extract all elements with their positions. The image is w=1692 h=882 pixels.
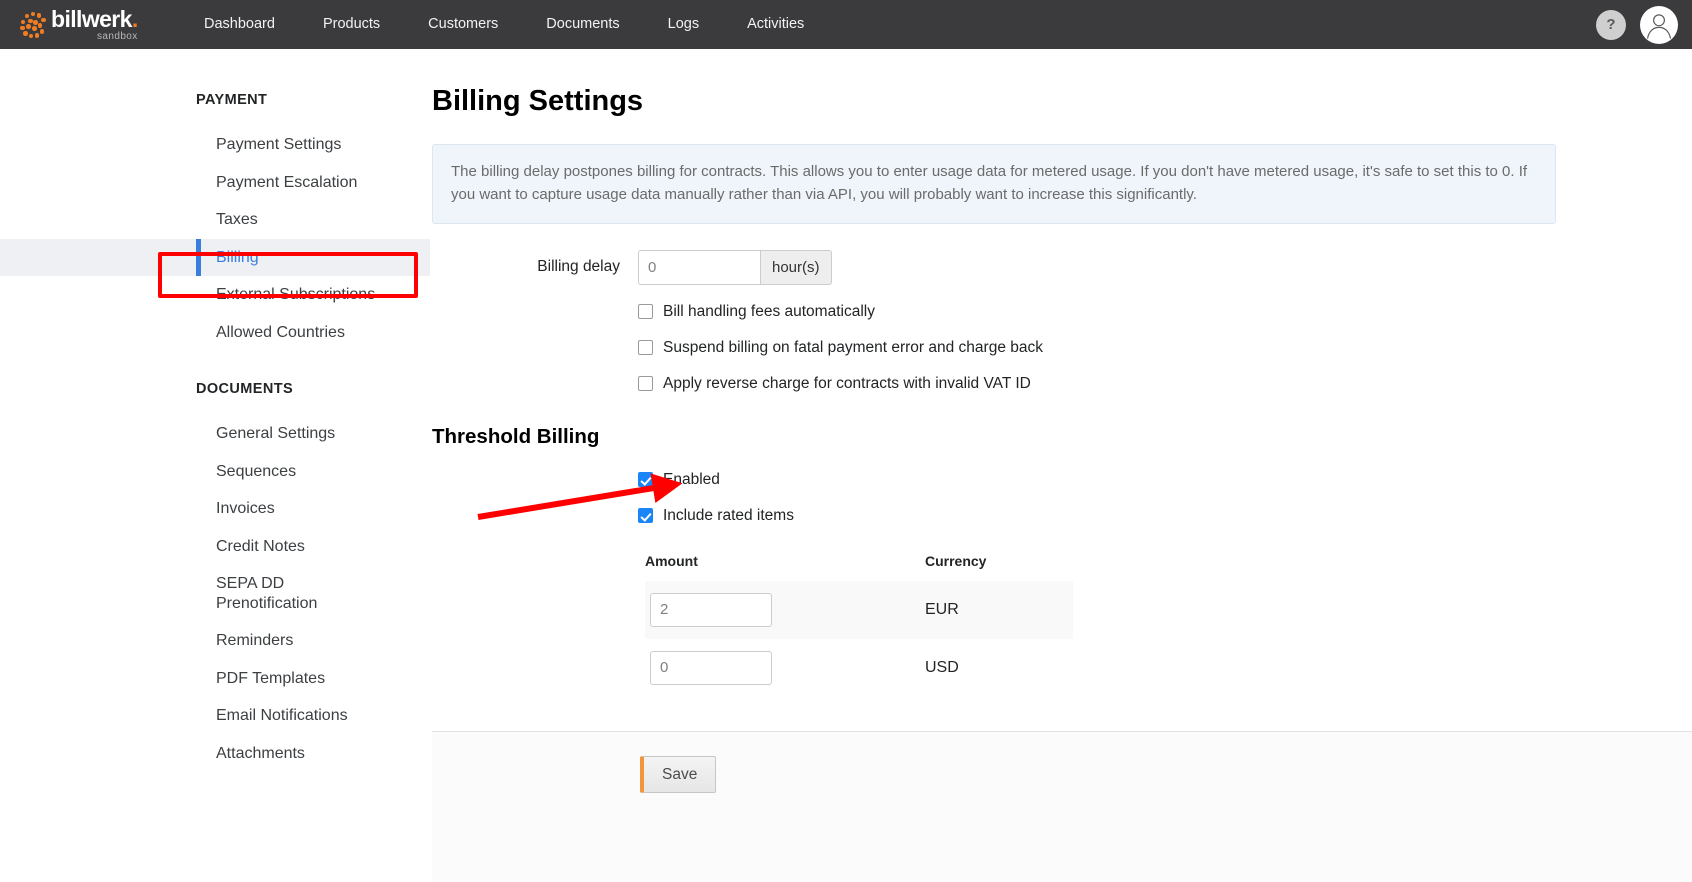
checkbox-row-threshold-enabled[interactable]: Enabled	[638, 471, 1692, 489]
threshold-header-amount: Amount	[645, 552, 698, 569]
logo-wordmark: billwerk.	[51, 5, 138, 32]
threshold-amount-cell-usd	[645, 639, 925, 697]
threshold-table-body: EUR USD	[645, 580, 1073, 697]
sidebar-item-attachments[interactable]: Attachments	[0, 735, 430, 773]
checkbox-bill-handling-fees[interactable]	[638, 304, 653, 320]
sidebar-item-external-subscriptions[interactable]: External Subscriptions	[0, 276, 430, 314]
checkbox-row-suspend-billing[interactable]: Suspend billing on fatal payment error a…	[638, 339, 1692, 357]
billing-delay-row: Billing delay hour(s)	[430, 249, 1692, 285]
threshold-amount-input-eur[interactable]	[650, 592, 772, 627]
nav-item-products[interactable]: Products	[299, 0, 404, 49]
checkbox-label-reverse-charge[interactable]: Apply reverse charge for contracts with …	[663, 375, 1031, 393]
sidebar-item-invoices[interactable]: Invoices	[0, 490, 430, 528]
logo-subtitle: sandbox	[97, 30, 138, 42]
nav-item-documents[interactable]: Documents	[522, 0, 643, 49]
checkbox-suspend-billing[interactable]	[638, 340, 653, 356]
settings-sidebar: PAYMENT Payment Settings Payment Escalat…	[0, 49, 430, 882]
sidebar-item-allowed-countries[interactable]: Allowed Countries	[0, 314, 430, 352]
threshold-header-currency: Currency	[925, 552, 987, 569]
sidebar-item-credit-notes[interactable]: Credit Notes	[0, 528, 430, 566]
billing-delay-unit-addon: hour(s)	[760, 249, 832, 285]
sidebar-item-payment-escalation[interactable]: Payment Escalation	[0, 164, 430, 202]
sidebar-item-taxes[interactable]: Taxes	[0, 201, 430, 239]
threshold-amounts-table: Amount Currency EUR USD	[645, 553, 1073, 697]
nav-item-dashboard[interactable]: Dashboard	[180, 0, 299, 49]
threshold-table-header-row: Amount Currency	[645, 553, 1073, 581]
checkbox-label-suspend-billing[interactable]: Suspend billing on fatal payment error a…	[663, 339, 1043, 357]
logo-dot: .	[131, 5, 138, 32]
form-footer-bar: Save	[432, 731, 1692, 882]
threshold-amount-input-usd[interactable]	[650, 650, 772, 685]
threshold-currency-eur: EUR	[925, 600, 959, 618]
sidebar-item-billing[interactable]: Billing	[0, 238, 430, 277]
checkbox-reverse-charge[interactable]	[638, 376, 653, 392]
page-body: PAYMENT Payment Settings Payment Escalat…	[0, 49, 1692, 882]
sidebar-item-general-settings[interactable]: General Settings	[0, 415, 430, 453]
sidebar-group-title-payment: PAYMENT	[196, 92, 268, 108]
table-row: USD	[645, 639, 1073, 697]
save-button[interactable]: Save	[640, 756, 717, 793]
billing-delay-label: Billing delay	[537, 257, 620, 275]
checkbox-row-bill-handling-fees[interactable]: Bill handling fees automatically	[638, 303, 1692, 321]
question-mark-icon[interactable]: ?	[1596, 9, 1626, 40]
billing-delay-input[interactable]	[638, 249, 760, 285]
sidebar-item-pdf-templates[interactable]: PDF Templates	[0, 660, 430, 698]
checkbox-label-include-rated-items[interactable]: Include rated items	[663, 507, 794, 525]
sidebar-item-sequences[interactable]: Sequences	[0, 453, 430, 491]
checkbox-row-reverse-charge[interactable]: Apply reverse charge for contracts with …	[638, 375, 1692, 393]
page-title: Billing Settings	[432, 85, 644, 117]
top-navigation-bar: billwerk. sandbox Dashboard Products Cus…	[0, 0, 1692, 49]
sidebar-item-email-notifications[interactable]: Email Notifications	[0, 697, 430, 735]
nav-item-logs[interactable]: Logs	[644, 0, 723, 49]
checkbox-label-bill-handling-fees[interactable]: Bill handling fees automatically	[663, 303, 875, 321]
info-banner: The billing delay postpones billing for …	[432, 144, 1556, 224]
main-content: Billing Settings The billing delay postp…	[430, 49, 1692, 882]
checkbox-label-threshold-enabled[interactable]: Enabled	[663, 471, 720, 489]
sidebar-item-reminders[interactable]: Reminders	[0, 622, 430, 660]
threshold-currency-usd: USD	[925, 658, 959, 676]
billing-delay-input-group: hour(s)	[638, 249, 832, 285]
sidebar-group-title-documents: DOCUMENTS	[196, 381, 294, 398]
nav-item-activities[interactable]: Activities	[723, 0, 828, 49]
sidebar-item-payment-settings[interactable]: Payment Settings	[0, 126, 430, 164]
sidebar-item-sepa-dd-prenotification[interactable]: SEPA DD Prenotification	[0, 565, 330, 622]
app-logo[interactable]: billwerk. sandbox	[0, 0, 180, 49]
nav-item-customers[interactable]: Customers	[404, 0, 522, 49]
logo-word-text: billwerk	[51, 5, 132, 32]
checkbox-threshold-enabled[interactable]	[638, 472, 653, 488]
checkbox-include-rated-items[interactable]	[638, 508, 653, 524]
dot-ring-icon	[20, 11, 46, 39]
threshold-billing-heading: Threshold Billing	[432, 424, 600, 448]
table-row: EUR	[645, 580, 1073, 639]
checkbox-row-include-rated-items[interactable]: Include rated items	[638, 507, 1692, 525]
threshold-amount-cell-eur	[645, 581, 925, 639]
topbar-right-actions: ?	[1596, 5, 1692, 44]
user-avatar-icon[interactable]	[1640, 5, 1678, 44]
threshold-table-head: Amount Currency	[645, 553, 1073, 581]
